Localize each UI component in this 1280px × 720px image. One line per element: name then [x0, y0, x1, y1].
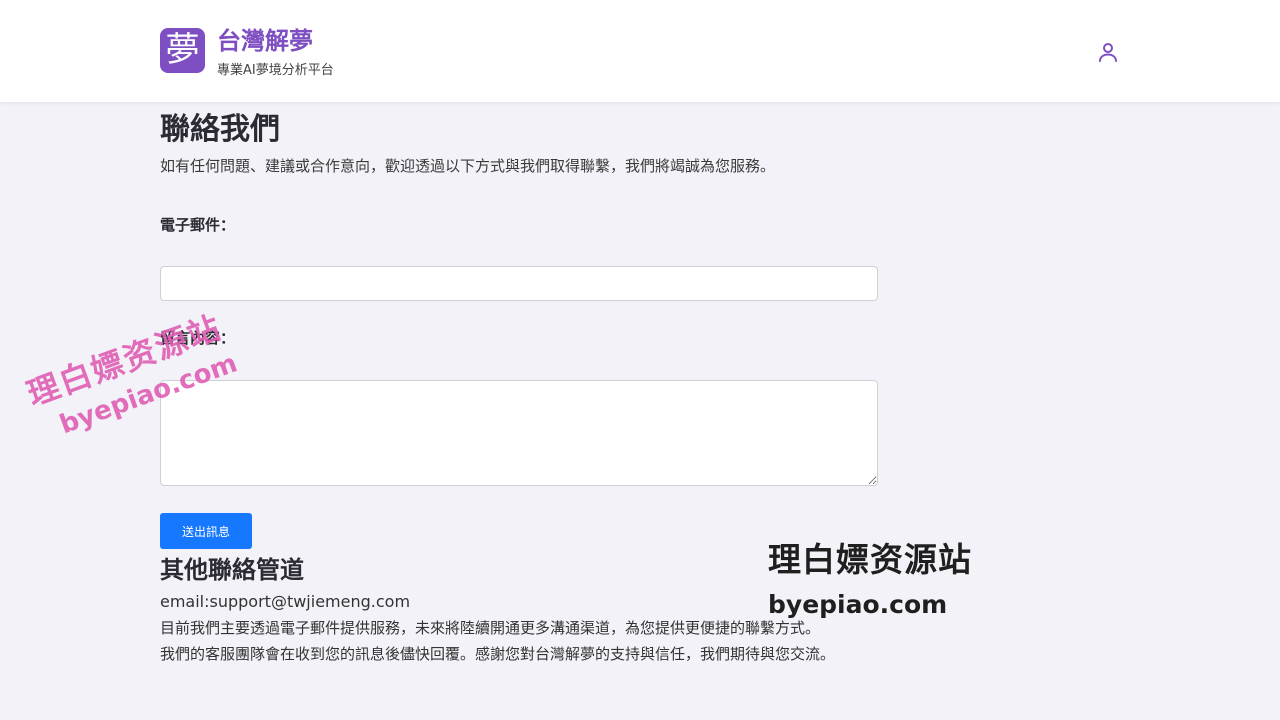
submit-button[interactable]: 送出訊息 [160, 513, 252, 549]
email-label: 電子郵件： [160, 216, 236, 234]
message-field[interactable] [160, 380, 878, 486]
other-contact-title: 其他聯絡管道 [160, 556, 304, 584]
info-text-1: 目前我們主要透過電子郵件提供服務，未來將陸續開通更多溝通渠道，為您提供更便捷的聯… [160, 619, 821, 637]
user-icon[interactable] [1096, 40, 1120, 64]
brand[interactable]: 夢 台灣解夢 專業AI夢境分析平台 [160, 28, 334, 79]
logo[interactable]: 夢 [160, 28, 205, 73]
watermark-right-en: byepiao.com [768, 590, 948, 619]
email-field[interactable] [160, 266, 878, 301]
info-text-2: 我們的客服團隊會在收到您的訊息後儘快回覆。感謝您對台灣解夢的支持與信任，我們期待… [160, 645, 836, 663]
message-label: 留言內容： [160, 329, 236, 347]
page-title: 聯絡我們 [160, 112, 280, 147]
brand-text: 台灣解夢 專業AI夢境分析平台 [217, 28, 334, 79]
watermark-right: 理白嫖资源站 byepiao.com [768, 540, 972, 620]
site-subtitle: 專業AI夢境分析平台 [217, 63, 334, 78]
site-title[interactable]: 台灣解夢 [217, 28, 334, 54]
intro-text: 如有任何問題、建議或合作意向，歡迎透過以下方式與我們取得聯繫，我們將竭誠為您服務… [160, 157, 776, 175]
site-header: 夢 台灣解夢 專業AI夢境分析平台 [0, 0, 1280, 102]
contact-email: email:support@twjiemeng.com [160, 592, 411, 611]
watermark-right-cn: 理白嫖资源站 [768, 540, 972, 579]
main-content: 聯絡我們 如有任何問題、建議或合作意向，歡迎透過以下方式與我們取得聯繫，我們將竭… [160, 110, 1120, 663]
